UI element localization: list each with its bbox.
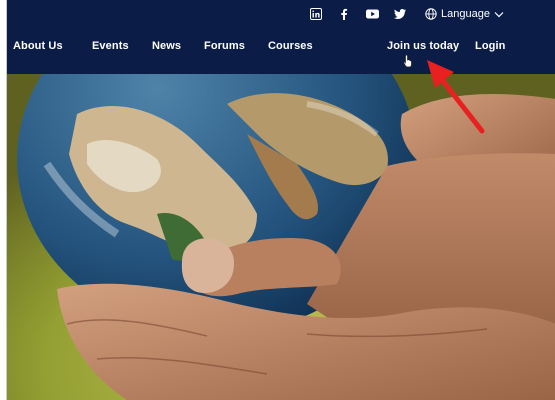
language-label: Language [441, 8, 490, 20]
nav-events[interactable]: Events [92, 40, 129, 52]
top-utility-bar: Language [309, 6, 504, 22]
nav-courses[interactable]: Courses [268, 40, 313, 52]
nav-about-us[interactable]: About Us [13, 40, 63, 52]
chevron-down-icon [494, 11, 504, 17]
youtube-icon[interactable] [365, 7, 379, 21]
mouse-pointer-icon [403, 54, 412, 68]
twitter-icon[interactable] [393, 7, 407, 21]
language-selector[interactable]: Language [425, 8, 504, 20]
globe-icon [425, 8, 437, 20]
linkedin-icon[interactable] [309, 7, 323, 21]
site-header: Language About Us Events News Forums Cou… [7, 0, 555, 74]
hero-image [7, 74, 555, 400]
facebook-icon[interactable] [337, 7, 351, 21]
hero-illustration [7, 74, 555, 400]
nav-news[interactable]: News [152, 40, 181, 52]
page-frame: Language About Us Events News Forums Cou… [6, 0, 555, 400]
nav-login[interactable]: Login [475, 40, 505, 52]
nav-join-us-today[interactable]: Join us today [387, 40, 459, 52]
nav-forums[interactable]: Forums [204, 40, 245, 52]
